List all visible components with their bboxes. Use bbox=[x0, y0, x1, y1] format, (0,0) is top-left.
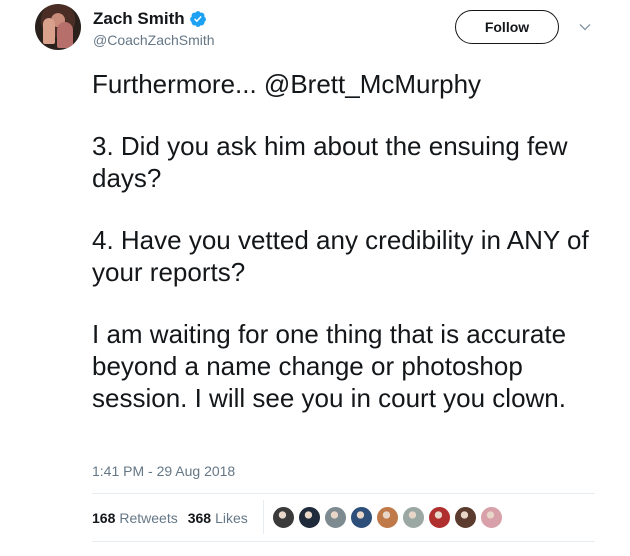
retweets-count: 168 bbox=[92, 510, 116, 526]
liker-avatar[interactable] bbox=[402, 506, 425, 529]
likes-stat[interactable]: 368 Likes bbox=[188, 510, 248, 526]
liker-avatar[interactable] bbox=[298, 506, 321, 529]
liker-avatar[interactable] bbox=[480, 506, 503, 529]
stats-separator bbox=[263, 500, 264, 534]
chevron-down-icon[interactable] bbox=[578, 20, 592, 34]
liker-avatar[interactable] bbox=[376, 506, 399, 529]
tweet-timestamp[interactable]: 1:41 PM - 29 Aug 2018 bbox=[92, 462, 235, 480]
profile-avatar[interactable] bbox=[35, 4, 81, 50]
divider bbox=[92, 541, 595, 542]
liker-avatar[interactable] bbox=[350, 506, 373, 529]
avatar-figure bbox=[57, 22, 73, 48]
likes-count: 368 bbox=[187, 510, 212, 526]
liker-avatar[interactable] bbox=[454, 506, 477, 529]
author-display-name[interactable]: Zach Smith bbox=[93, 8, 185, 30]
author-name-row[interactable]: Zach Smith bbox=[93, 8, 207, 30]
tweet-paragraph: Furthermore... @Brett_McMurphy bbox=[92, 69, 482, 99]
tweet-paragraph: I am waiting for one thing that is accur… bbox=[92, 319, 567, 413]
follow-button[interactable]: Follow bbox=[455, 10, 559, 44]
likes-label: Likes bbox=[215, 510, 248, 526]
tweet-paragraph: 3. Did you ask him about the ensuing few… bbox=[92, 131, 568, 193]
retweets-stat[interactable]: 168 Retweets bbox=[92, 510, 178, 526]
verified-badge-icon bbox=[189, 10, 207, 28]
author-handle[interactable]: @CoachZachSmith bbox=[93, 31, 215, 49]
liker-avatar[interactable] bbox=[324, 506, 347, 529]
liker-avatar[interactable] bbox=[428, 506, 451, 529]
liker-avatars bbox=[272, 506, 506, 529]
tweet-header: Zach Smith @CoachZachSmith Follow bbox=[0, 0, 630, 64]
liker-avatar[interactable] bbox=[272, 506, 295, 529]
retweets-label: Retweets bbox=[119, 510, 178, 526]
tweet-paragraph: 4. Have you vetted any credibility in AN… bbox=[92, 225, 589, 287]
divider bbox=[92, 493, 595, 494]
tweet-stats: 168 Retweets 368 Likes bbox=[92, 509, 258, 527]
tweet-text: Furthermore... @Brett_McMurphy 3. Did yo… bbox=[92, 64, 602, 414]
avatar-figure bbox=[43, 18, 55, 44]
